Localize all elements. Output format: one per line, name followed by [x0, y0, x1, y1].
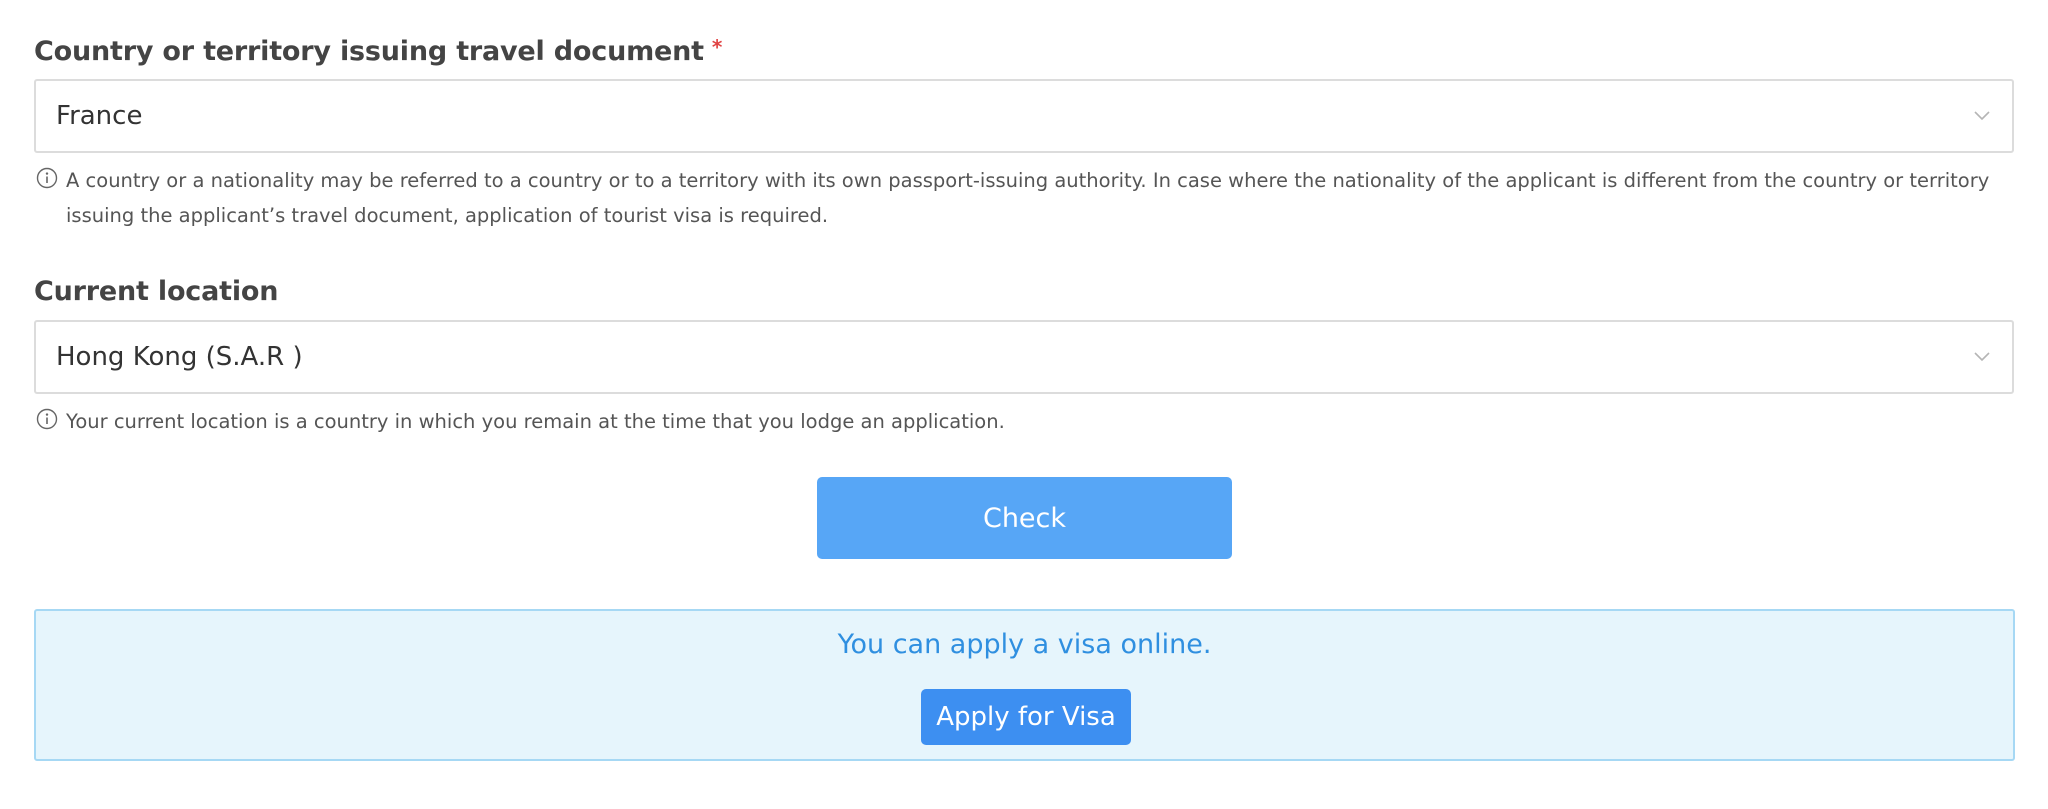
- current-location-value: Hong Kong (S.A.R ): [56, 342, 303, 372]
- apply-for-visa-button[interactable]: Apply for Visa: [921, 689, 1131, 745]
- info-icon: [36, 167, 58, 189]
- travel-document-label: Country or territory issuing travel docu…: [34, 35, 723, 67]
- current-location-hint-text: Your current location is a country in wh…: [66, 410, 1005, 433]
- travel-document-country-value: France: [56, 101, 143, 131]
- required-marker: *: [711, 35, 723, 59]
- travel-document-country-select[interactable]: France: [34, 79, 2014, 153]
- travel-document-label-text: Country or territory issuing travel docu…: [34, 36, 704, 67]
- visa-eligibility-form: Country or territory issuing travel docu…: [0, 0, 2048, 809]
- result-panel: You can apply a visa online. Apply for V…: [34, 609, 2015, 761]
- chevron-down-icon: [1974, 111, 1990, 121]
- info-icon: [36, 408, 58, 430]
- check-button[interactable]: Check: [817, 477, 1232, 559]
- current-location-label: Current location: [34, 276, 279, 307]
- travel-document-hint-text: A country or a nationality may be referr…: [66, 169, 1990, 227]
- chevron-down-icon: [1974, 352, 1990, 362]
- current-location-select[interactable]: Hong Kong (S.A.R ): [34, 320, 2014, 394]
- result-message: You can apply a visa online.: [837, 629, 1212, 660]
